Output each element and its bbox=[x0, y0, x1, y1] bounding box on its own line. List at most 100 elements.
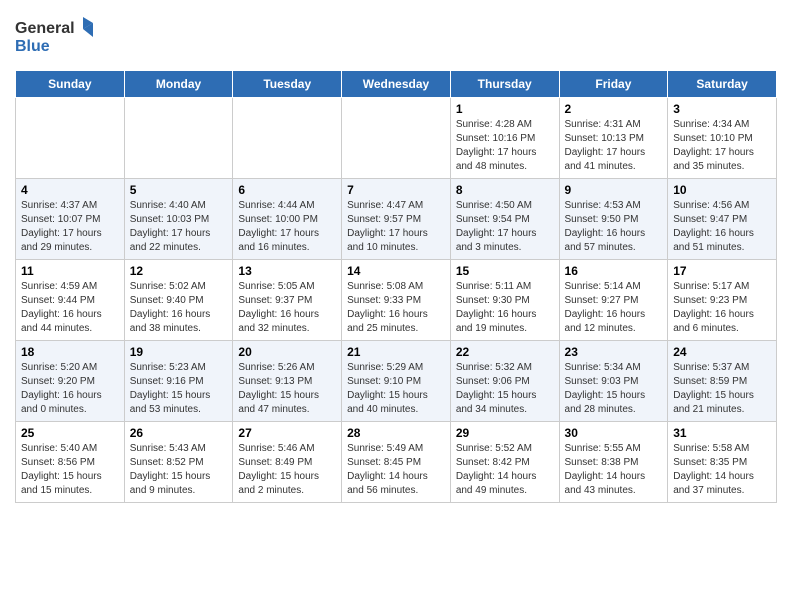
calendar-week-1: 1 Sunrise: 4:28 AM Sunset: 10:16 PM Dayli… bbox=[16, 98, 777, 179]
day-number: 1 bbox=[456, 102, 554, 116]
calendar-cell bbox=[342, 98, 451, 179]
day-info: Sunrise: 5:43 AM Sunset: 8:52 PM Dayligh… bbox=[130, 442, 228, 498]
day-info: Sunrise: 5:17 AM Sunset: 9:23 PM Dayligh… bbox=[673, 280, 771, 336]
day-info: Sunrise: 4:53 AM Sunset: 9:50 PM Dayligh… bbox=[565, 199, 663, 255]
day-info: Sunrise: 4:40 AM Sunset: 10:03 PM Daylig… bbox=[130, 199, 228, 255]
calendar-cell: 17 Sunrise: 5:17 AM Sunset: 9:23 PM Dayli… bbox=[668, 260, 777, 341]
day-number: 11 bbox=[21, 264, 119, 278]
calendar-cell: 28 Sunrise: 5:49 AM Sunset: 8:45 PM Dayli… bbox=[342, 422, 451, 503]
day-number: 13 bbox=[238, 264, 336, 278]
day-number: 5 bbox=[130, 183, 228, 197]
svg-text:Blue: Blue bbox=[15, 38, 50, 55]
day-info: Sunrise: 5:55 AM Sunset: 8:38 PM Dayligh… bbox=[565, 442, 663, 498]
col-header-saturday: Saturday bbox=[668, 71, 777, 98]
day-number: 8 bbox=[456, 183, 554, 197]
day-info: Sunrise: 4:47 AM Sunset: 9:57 PM Dayligh… bbox=[347, 199, 445, 255]
day-number: 24 bbox=[673, 345, 771, 359]
day-number: 22 bbox=[456, 345, 554, 359]
calendar-cell: 6Sunrise: 4:44 AM Sunset: 10:00 PM Dayli… bbox=[233, 179, 342, 260]
calendar-week-3: 11 Sunrise: 4:59 AM Sunset: 9:44 PM Dayli… bbox=[16, 260, 777, 341]
day-info: Sunrise: 5:26 AM Sunset: 9:13 PM Dayligh… bbox=[238, 361, 336, 417]
day-number: 9 bbox=[565, 183, 663, 197]
col-header-monday: Monday bbox=[124, 71, 233, 98]
calendar-header-row: SundayMondayTuesdayWednesdayThursdayFrid… bbox=[16, 71, 777, 98]
logo: GeneralBlue bbox=[15, 15, 95, 60]
calendar-cell: 9 Sunrise: 4:53 AM Sunset: 9:50 PM Daylig… bbox=[559, 179, 668, 260]
calendar-cell: 31 Sunrise: 5:58 AM Sunset: 8:35 PM Dayli… bbox=[668, 422, 777, 503]
day-number: 30 bbox=[565, 426, 663, 440]
day-info: Sunrise: 5:58 AM Sunset: 8:35 PM Dayligh… bbox=[673, 442, 771, 498]
calendar-cell: 21Sunrise: 5:29 AM Sunset: 9:10 PM Dayli… bbox=[342, 341, 451, 422]
day-info: Sunrise: 5:46 AM Sunset: 8:49 PM Dayligh… bbox=[238, 442, 336, 498]
day-number: 25 bbox=[21, 426, 119, 440]
col-header-sunday: Sunday bbox=[16, 71, 125, 98]
calendar-cell: 1 Sunrise: 4:28 AM Sunset: 10:16 PM Dayli… bbox=[450, 98, 559, 179]
day-number: 23 bbox=[565, 345, 663, 359]
day-number: 19 bbox=[130, 345, 228, 359]
calendar-cell: 3Sunrise: 4:34 AM Sunset: 10:10 PM Dayli… bbox=[668, 98, 777, 179]
calendar-cell: 26 Sunrise: 5:43 AM Sunset: 8:52 PM Dayli… bbox=[124, 422, 233, 503]
day-info: Sunrise: 4:37 AM Sunset: 10:07 PM Daylig… bbox=[21, 199, 119, 255]
calendar-cell: 12Sunrise: 5:02 AM Sunset: 9:40 PM Dayli… bbox=[124, 260, 233, 341]
page-header: GeneralBlue bbox=[15, 15, 777, 60]
day-info: Sunrise: 5:40 AM Sunset: 8:56 PM Dayligh… bbox=[21, 442, 119, 498]
day-number: 15 bbox=[456, 264, 554, 278]
day-info: Sunrise: 5:23 AM Sunset: 9:16 PM Dayligh… bbox=[130, 361, 228, 417]
calendar-cell: 11 Sunrise: 4:59 AM Sunset: 9:44 PM Dayli… bbox=[16, 260, 125, 341]
calendar-cell: 14Sunrise: 5:08 AM Sunset: 9:33 PM Dayli… bbox=[342, 260, 451, 341]
calendar-week-4: 18 Sunrise: 5:20 AM Sunset: 9:20 PM Dayli… bbox=[16, 341, 777, 422]
calendar-cell: 25 Sunrise: 5:40 AM Sunset: 8:56 PM Dayli… bbox=[16, 422, 125, 503]
calendar-cell bbox=[233, 98, 342, 179]
col-header-friday: Friday bbox=[559, 71, 668, 98]
day-info: Sunrise: 4:31 AM Sunset: 10:13 PM Daylig… bbox=[565, 118, 663, 174]
calendar-week-2: 4 Sunrise: 4:37 AM Sunset: 10:07 PM Dayli… bbox=[16, 179, 777, 260]
svg-text:General: General bbox=[15, 20, 75, 37]
col-header-wednesday: Wednesday bbox=[342, 71, 451, 98]
day-number: 21 bbox=[347, 345, 445, 359]
day-number: 16 bbox=[565, 264, 663, 278]
day-number: 26 bbox=[130, 426, 228, 440]
day-info: Sunrise: 5:14 AM Sunset: 9:27 PM Dayligh… bbox=[565, 280, 663, 336]
day-info: Sunrise: 5:52 AM Sunset: 8:42 PM Dayligh… bbox=[456, 442, 554, 498]
day-info: Sunrise: 5:11 AM Sunset: 9:30 PM Dayligh… bbox=[456, 280, 554, 336]
calendar-cell: 8Sunrise: 4:50 AM Sunset: 9:54 PM Daylig… bbox=[450, 179, 559, 260]
calendar-week-5: 25 Sunrise: 5:40 AM Sunset: 8:56 PM Dayli… bbox=[16, 422, 777, 503]
calendar-cell: 15 Sunrise: 5:11 AM Sunset: 9:30 PM Dayli… bbox=[450, 260, 559, 341]
day-number: 7 bbox=[347, 183, 445, 197]
calendar-cell: 4 Sunrise: 4:37 AM Sunset: 10:07 PM Dayli… bbox=[16, 179, 125, 260]
calendar-cell: 27 Sunrise: 5:46 AM Sunset: 8:49 PM Dayli… bbox=[233, 422, 342, 503]
day-number: 18 bbox=[21, 345, 119, 359]
calendar-cell: 30 Sunrise: 5:55 AM Sunset: 8:38 PM Dayli… bbox=[559, 422, 668, 503]
day-number: 31 bbox=[673, 426, 771, 440]
calendar-cell bbox=[16, 98, 125, 179]
day-number: 17 bbox=[673, 264, 771, 278]
day-number: 27 bbox=[238, 426, 336, 440]
day-info: Sunrise: 5:37 AM Sunset: 8:59 PM Dayligh… bbox=[673, 361, 771, 417]
day-number: 4 bbox=[21, 183, 119, 197]
day-info: Sunrise: 4:44 AM Sunset: 10:00 PM Daylig… bbox=[238, 199, 336, 255]
calendar-cell: 5 Sunrise: 4:40 AM Sunset: 10:03 PM Dayli… bbox=[124, 179, 233, 260]
calendar-cell: 19 Sunrise: 5:23 AM Sunset: 9:16 PM Dayli… bbox=[124, 341, 233, 422]
logo-svg: GeneralBlue bbox=[15, 15, 95, 60]
calendar-cell: 16 Sunrise: 5:14 AM Sunset: 9:27 PM Dayli… bbox=[559, 260, 668, 341]
calendar-cell: 23 Sunrise: 5:34 AM Sunset: 9:03 PM Dayli… bbox=[559, 341, 668, 422]
day-info: Sunrise: 4:59 AM Sunset: 9:44 PM Dayligh… bbox=[21, 280, 119, 336]
day-number: 20 bbox=[238, 345, 336, 359]
day-number: 28 bbox=[347, 426, 445, 440]
day-info: Sunrise: 4:34 AM Sunset: 10:10 PM Daylig… bbox=[673, 118, 771, 174]
day-info: Sunrise: 5:49 AM Sunset: 8:45 PM Dayligh… bbox=[347, 442, 445, 498]
day-info: Sunrise: 5:32 AM Sunset: 9:06 PM Dayligh… bbox=[456, 361, 554, 417]
calendar-cell: 13Sunrise: 5:05 AM Sunset: 9:37 PM Dayli… bbox=[233, 260, 342, 341]
calendar-table: SundayMondayTuesdayWednesdayThursdayFrid… bbox=[15, 70, 777, 503]
col-header-thursday: Thursday bbox=[450, 71, 559, 98]
calendar-cell bbox=[124, 98, 233, 179]
calendar-cell: 24 Sunrise: 5:37 AM Sunset: 8:59 PM Dayli… bbox=[668, 341, 777, 422]
day-number: 2 bbox=[565, 102, 663, 116]
calendar-cell: 10Sunrise: 4:56 AM Sunset: 9:47 PM Dayli… bbox=[668, 179, 777, 260]
day-info: Sunrise: 4:28 AM Sunset: 10:16 PM Daylig… bbox=[456, 118, 554, 174]
day-info: Sunrise: 5:20 AM Sunset: 9:20 PM Dayligh… bbox=[21, 361, 119, 417]
day-info: Sunrise: 5:34 AM Sunset: 9:03 PM Dayligh… bbox=[565, 361, 663, 417]
calendar-cell: 2 Sunrise: 4:31 AM Sunset: 10:13 PM Dayli… bbox=[559, 98, 668, 179]
calendar-cell: 20 Sunrise: 5:26 AM Sunset: 9:13 PM Dayli… bbox=[233, 341, 342, 422]
day-number: 14 bbox=[347, 264, 445, 278]
